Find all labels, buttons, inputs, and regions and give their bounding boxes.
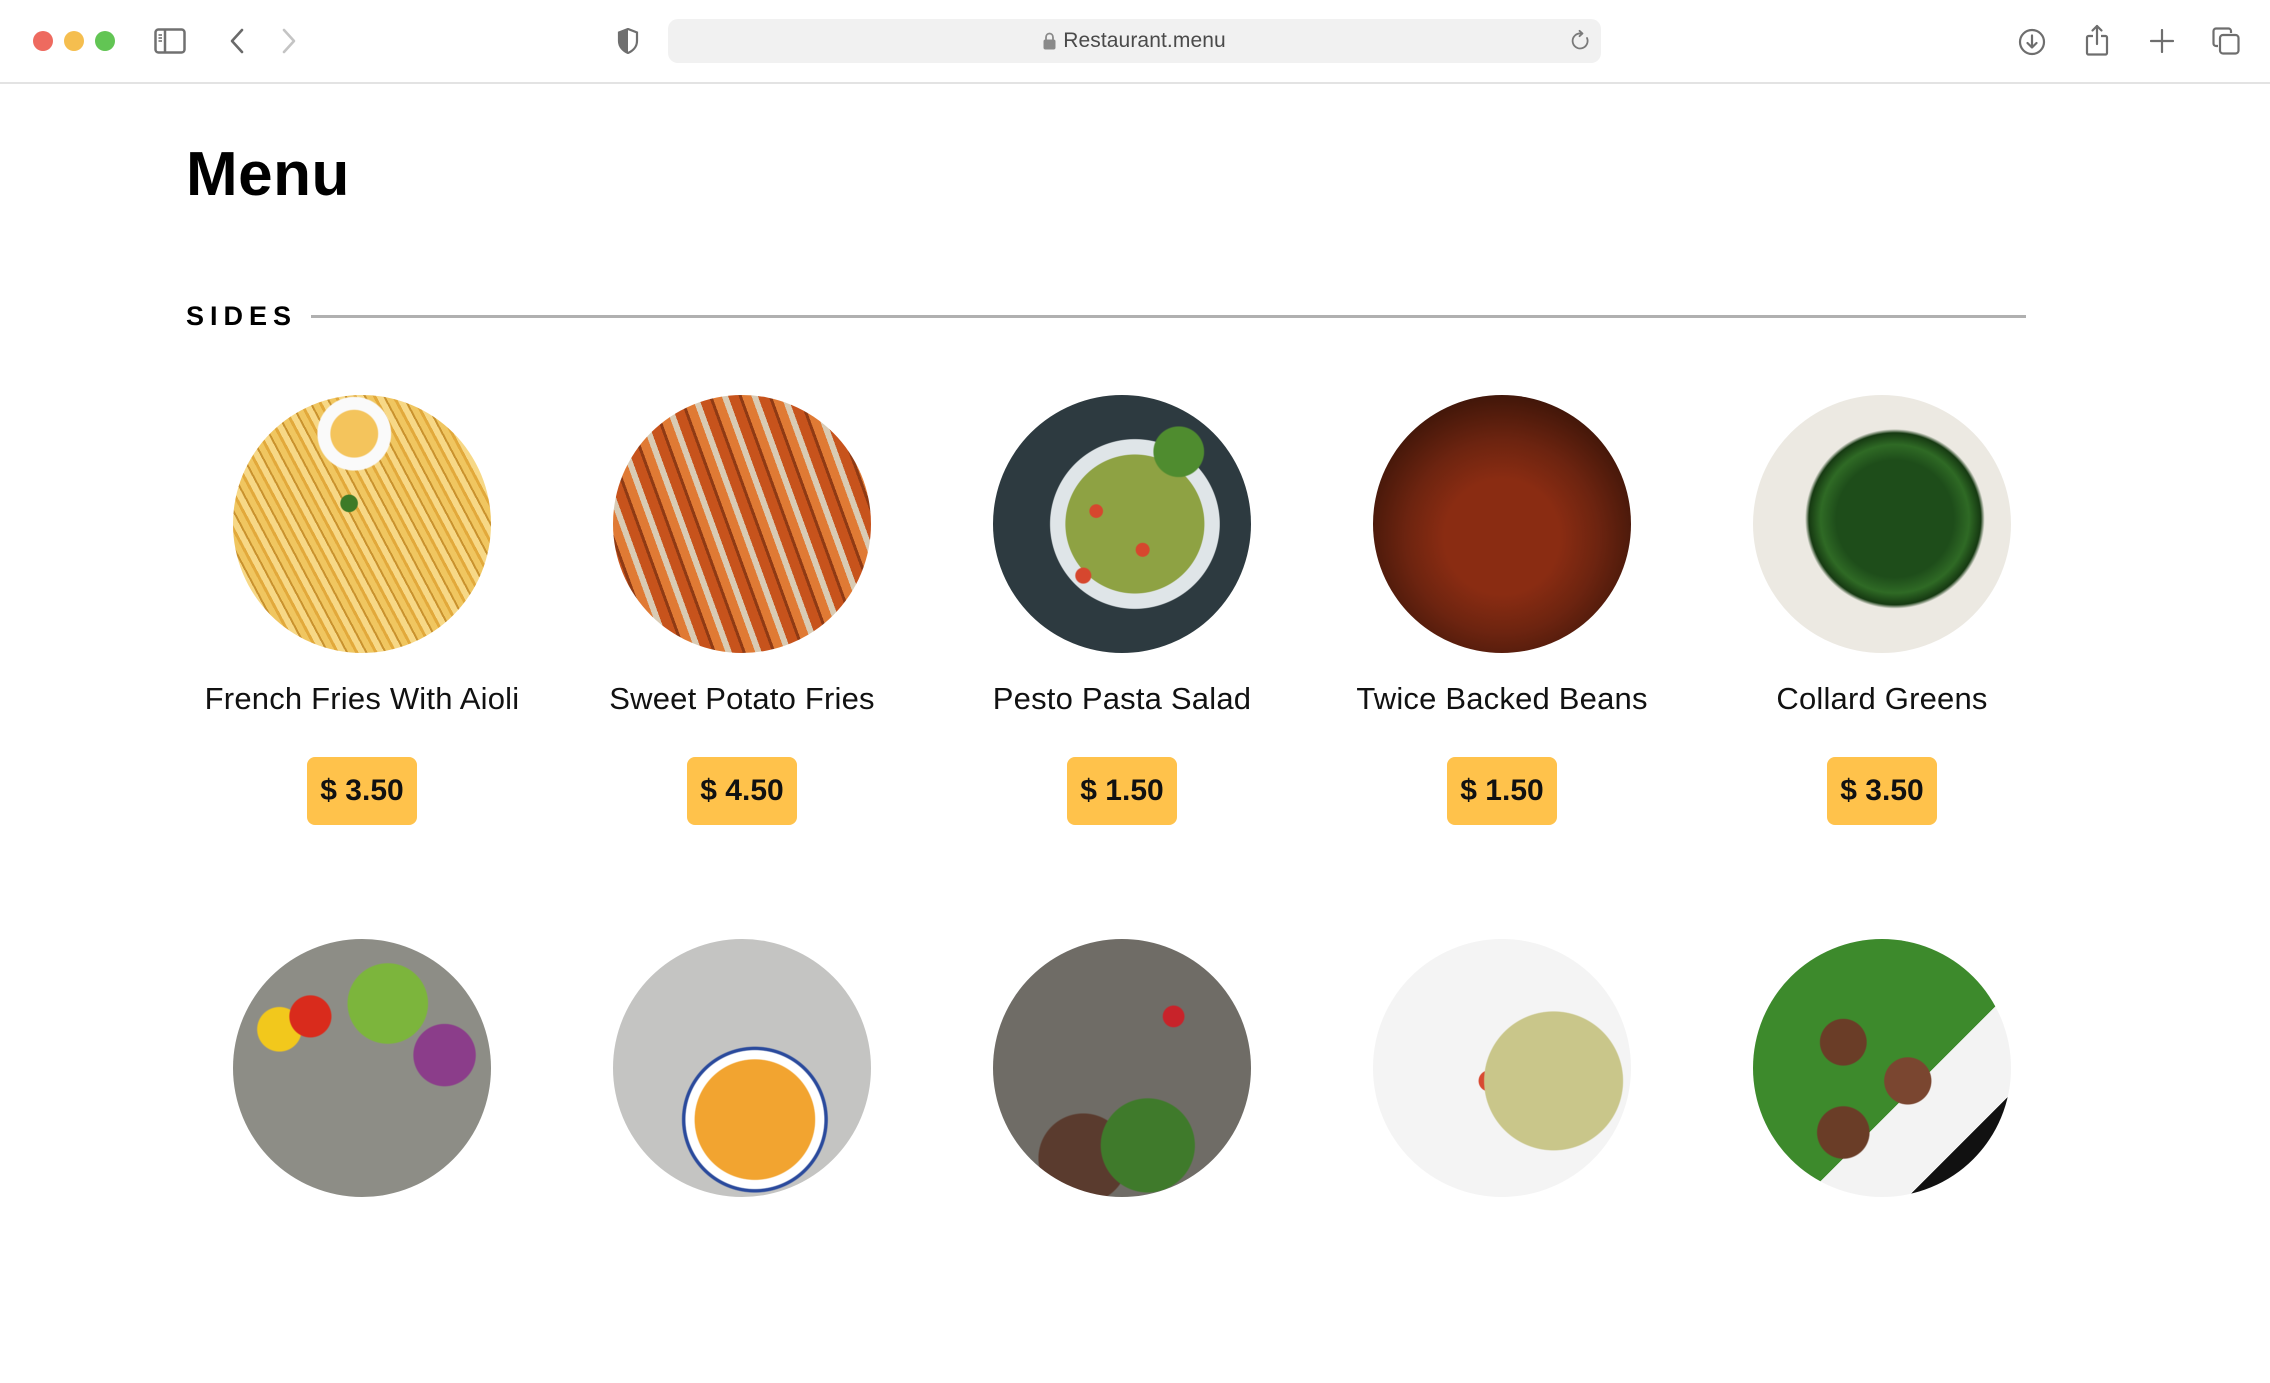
menu-item[interactable] bbox=[932, 939, 1312, 1383]
food-image-platter bbox=[993, 939, 1251, 1197]
food-image-collard-greens bbox=[1753, 395, 2011, 653]
menu-item-name: Twice Backed Beans bbox=[1356, 681, 1648, 716]
menu-item[interactable] bbox=[172, 939, 552, 1383]
food-image-sweet-potato-fries bbox=[613, 395, 871, 653]
chevron-left-icon[interactable] bbox=[226, 26, 248, 56]
menu-item[interactable]: French Fries With Aioli $ 3.50 bbox=[172, 395, 552, 839]
price-badge[interactable]: $ 1.50 bbox=[1067, 757, 1177, 825]
menu-item[interactable]: Pesto Pasta Salad $ 1.50 bbox=[932, 395, 1312, 839]
sidebar-icon[interactable] bbox=[154, 27, 186, 55]
section-title: SIDES bbox=[186, 300, 298, 331]
menu-item[interactable]: Sweet Potato Fries $ 4.50 bbox=[552, 395, 932, 839]
plus-icon[interactable] bbox=[2148, 27, 2176, 55]
price-badge[interactable]: $ 3.50 bbox=[1827, 757, 1937, 825]
food-image-french-fries bbox=[233, 395, 491, 653]
address-bar[interactable]: Restaurant.menu bbox=[668, 19, 1601, 63]
section-header-sides: SIDES bbox=[186, 296, 2026, 336]
menu-item-name: French Fries With Aioli bbox=[204, 681, 520, 716]
lock-icon bbox=[1043, 32, 1056, 50]
menu-grid: French Fries With Aioli $ 3.50 Sweet Pot… bbox=[172, 395, 2072, 1383]
menu-page: Menu SIDES French Fries With Aioli $ 3.5… bbox=[0, 84, 2270, 1197]
food-image-pesto-pasta-salad bbox=[993, 395, 1251, 653]
page-title: Menu bbox=[186, 140, 350, 209]
menu-item[interactable] bbox=[1312, 939, 1692, 1383]
browser-toolbar: Restaurant.menu bbox=[0, 0, 2270, 84]
minimize-window-button[interactable] bbox=[64, 31, 84, 51]
menu-item[interactable]: Twice Backed Beans $ 1.50 bbox=[1312, 395, 1692, 839]
price-badge[interactable]: $ 4.50 bbox=[687, 757, 797, 825]
close-window-button[interactable] bbox=[33, 31, 53, 51]
download-icon[interactable] bbox=[2017, 27, 2047, 57]
food-image-pumpkin-soup bbox=[613, 939, 871, 1197]
menu-item[interactable]: Collard Greens $ 3.50 bbox=[1692, 395, 2072, 839]
section-divider bbox=[311, 314, 2026, 318]
chevron-right-icon[interactable] bbox=[278, 26, 300, 56]
food-image-baked-beans bbox=[1373, 395, 1631, 653]
menu-item[interactable] bbox=[1692, 939, 2072, 1383]
food-image-meatballs bbox=[1753, 939, 2011, 1197]
menu-item-name: Collard Greens bbox=[1776, 681, 1988, 716]
menu-item-name: Pesto Pasta Salad bbox=[992, 681, 1252, 716]
share-icon[interactable] bbox=[2083, 23, 2111, 57]
menu-item-name: Sweet Potato Fries bbox=[609, 681, 875, 716]
url-text: Restaurant.menu bbox=[1063, 29, 1226, 52]
tabs-overview-icon[interactable] bbox=[2211, 26, 2241, 56]
food-image-vegetable-bowl bbox=[233, 939, 491, 1197]
menu-item[interactable] bbox=[552, 939, 932, 1383]
shield-icon[interactable] bbox=[616, 27, 640, 55]
zoom-window-button[interactable] bbox=[95, 31, 115, 51]
price-badge[interactable]: $ 3.50 bbox=[307, 757, 417, 825]
reload-icon[interactable] bbox=[1569, 29, 1593, 53]
price-badge[interactable]: $ 1.50 bbox=[1447, 757, 1557, 825]
food-image-bowtie-pasta bbox=[1373, 939, 1631, 1197]
